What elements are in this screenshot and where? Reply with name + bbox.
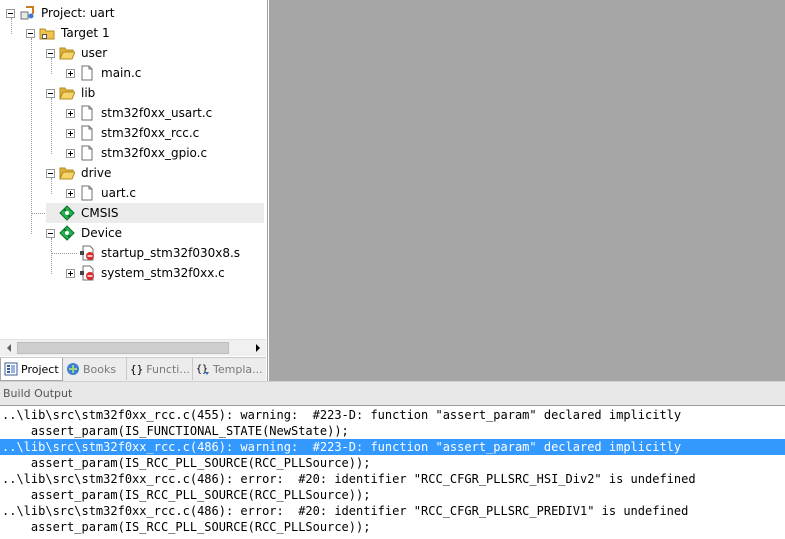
build-output-line[interactable]: ..\lib\src\stm32f0xx_rcc.c(455): warning… xyxy=(0,407,785,423)
build-output-line[interactable]: ..\lib\src\stm32f0xx_rcc.c(486): error: … xyxy=(0,503,785,519)
tree-node-target[interactable]: Target 1 xyxy=(26,23,110,43)
component-diamond-icon xyxy=(59,205,75,221)
tree-node-group-lib[interactable]: lib xyxy=(46,83,95,103)
file-name: stm32f0xx_usart.c xyxy=(101,106,213,120)
group-name: lib xyxy=(81,86,96,100)
file-name: stm32f0xx_gpio.c xyxy=(101,146,208,160)
build-output-line[interactable]: assert_param(IS_RCC_PLL_SOURCE(RCC_PLLSo… xyxy=(0,487,785,503)
project-tree: Project: uart Target 1 user main.c lib s… xyxy=(0,0,266,339)
build-output-line[interactable]: ..\lib\src\stm32f0xx_rcc.c(486): error: … xyxy=(0,471,785,487)
tree-guide-line xyxy=(51,253,77,254)
build-output-title: Build Output xyxy=(0,381,785,405)
file-name: stm32f0xx_rcc.c xyxy=(101,126,200,140)
tree-node-group-drive[interactable]: drive xyxy=(46,163,111,183)
panel-tab-bar: Project Books {} Functi... {} Templa... xyxy=(0,357,266,381)
scroll-right-button[interactable] xyxy=(249,340,266,356)
folder-open-icon xyxy=(59,85,75,101)
component-diamond-icon xyxy=(59,225,75,241)
scrollbar-thumb[interactable] xyxy=(17,342,229,354)
expand-toggle[interactable] xyxy=(66,268,75,278)
expand-toggle[interactable] xyxy=(66,108,75,118)
tab-label: Books xyxy=(83,362,117,376)
c-file-icon xyxy=(79,105,95,121)
target-name: Target 1 xyxy=(61,26,110,40)
editor-area[interactable] xyxy=(269,0,785,381)
books-icon xyxy=(66,362,80,376)
build-output-line[interactable]: assert_param(IS_RCC_PLL_SOURCE(RCC_PLLSo… xyxy=(0,519,785,535)
collapse-toggle[interactable] xyxy=(46,228,55,238)
horizontal-scrollbar[interactable] xyxy=(0,339,266,356)
collapse-toggle[interactable] xyxy=(46,48,55,58)
component-name: Device xyxy=(81,226,123,240)
file-name: startup_stm32f030x8.s xyxy=(101,246,241,260)
c-file-icon xyxy=(79,65,95,81)
tree-guide-line xyxy=(51,238,52,274)
tree-guide-line xyxy=(31,38,32,234)
templates-icon: {} xyxy=(196,362,210,376)
component-name: CMSIS xyxy=(81,206,119,220)
expand-toggle[interactable] xyxy=(66,68,75,78)
build-output-divider xyxy=(0,405,785,406)
tab-functions[interactable]: {} Functi... xyxy=(127,358,193,380)
tab-label: Functi... xyxy=(146,362,190,376)
tree-node-file[interactable]: startup_stm32f030x8.s xyxy=(79,243,240,263)
project-name: Project: uart xyxy=(41,6,115,20)
tree-node-file[interactable]: stm32f0xx_rcc.c xyxy=(66,123,199,143)
collapse-toggle[interactable] xyxy=(26,28,35,38)
tree-node-file[interactable]: main.c xyxy=(66,63,141,83)
project-panel: Project: uart Target 1 user main.c lib s… xyxy=(0,0,268,381)
project-icon xyxy=(4,362,18,376)
tree-node-file[interactable]: uart.c xyxy=(66,183,136,203)
tree-node-device[interactable]: Device xyxy=(46,223,122,243)
build-output-line[interactable]: assert_param(IS_FUNCTIONAL_STATE(NewStat… xyxy=(0,423,785,439)
arrow-left-icon xyxy=(6,344,11,352)
tab-books[interactable]: Books xyxy=(63,358,127,380)
folder-open-icon xyxy=(59,165,75,181)
collapse-toggle[interactable] xyxy=(6,8,15,18)
project-settings-icon xyxy=(19,5,35,21)
tree-node-project[interactable]: Project: uart xyxy=(6,3,115,23)
collapse-toggle[interactable] xyxy=(46,168,55,178)
file-name: system_stm32f0xx.c xyxy=(101,266,225,280)
tree-node-file[interactable]: stm32f0xx_gpio.c xyxy=(66,143,207,163)
collapse-toggle[interactable] xyxy=(46,88,55,98)
build-output-line-selected[interactable]: ..\lib\src\stm32f0xx_rcc.c(486): warning… xyxy=(0,439,785,455)
scroll-left-button[interactable] xyxy=(0,340,17,356)
target-icon xyxy=(39,25,55,41)
startup-file-icon xyxy=(79,245,95,261)
tab-label: Templa... xyxy=(213,362,263,376)
tree-node-file[interactable]: stm32f0xx_usart.c xyxy=(66,103,212,123)
expand-toggle[interactable] xyxy=(66,128,75,138)
c-file-icon xyxy=(79,145,95,161)
expand-toggle[interactable] xyxy=(66,188,75,198)
build-output-line[interactable]: assert_param(IS_RCC_PLL_SOURCE(RCC_PLLSo… xyxy=(0,455,785,471)
file-name: main.c xyxy=(101,66,142,80)
system-file-icon xyxy=(79,265,95,281)
folder-open-icon xyxy=(59,45,75,61)
group-name: drive xyxy=(81,166,112,180)
tab-templates[interactable]: {} Templa... xyxy=(193,358,266,380)
tree-node-cmsis[interactable]: CMSIS xyxy=(46,203,264,223)
arrow-right-icon xyxy=(255,344,260,352)
tab-project[interactable]: Project xyxy=(0,358,63,381)
c-file-icon xyxy=(79,185,95,201)
tab-label: Project xyxy=(21,362,59,376)
tree-guide-line xyxy=(51,98,52,154)
group-name: user xyxy=(81,46,108,60)
tree-node-file[interactable]: system_stm32f0xx.c xyxy=(66,263,225,283)
functions-icon: {} xyxy=(130,362,144,376)
build-output-panel: Build Output ..\lib\src\stm32f0xx_rcc.c(… xyxy=(0,381,785,539)
file-name: uart.c xyxy=(101,186,137,200)
c-file-icon xyxy=(79,125,95,141)
tree-node-group-user[interactable]: user xyxy=(46,43,107,63)
build-output-text[interactable]: ..\lib\src\stm32f0xx_rcc.c(455): warning… xyxy=(0,407,785,535)
expand-toggle[interactable] xyxy=(66,148,75,158)
